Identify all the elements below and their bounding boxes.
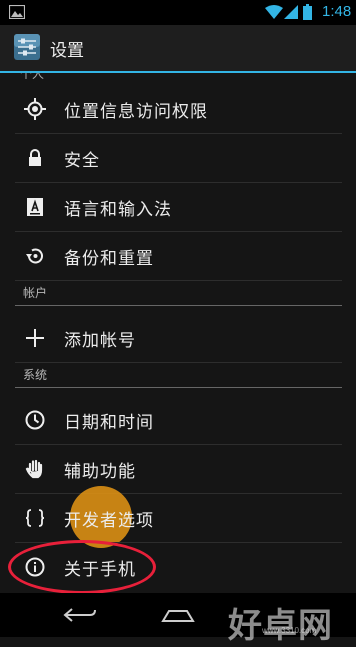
settings-item-security[interactable]: 安全 xyxy=(15,134,342,183)
settings-item-developer-options[interactable]: 开发者选项 xyxy=(15,494,342,543)
settings-icon[interactable] xyxy=(13,33,41,61)
signal-icon xyxy=(284,5,298,19)
status-bar: 1:48 xyxy=(0,0,356,25)
settings-item-label: 日期和时间 xyxy=(64,412,154,433)
page-title: 设置 xyxy=(50,41,84,61)
battery-icon xyxy=(303,4,312,20)
section-header-label: 系统 xyxy=(23,368,48,382)
settings-item-label: 位置信息访问权限 xyxy=(64,101,208,122)
annotation-ellipse xyxy=(8,540,156,594)
braces-icon xyxy=(24,507,46,529)
status-time: 1:48 xyxy=(322,3,352,20)
section-header-label: 帐户 xyxy=(23,286,48,300)
gallery-icon xyxy=(9,5,25,19)
settings-item-date-time[interactable]: 日期和时间 xyxy=(15,396,342,445)
section-header-personal: 个人 xyxy=(20,73,45,81)
settings-item-backup[interactable]: 备份和重置 xyxy=(15,232,342,281)
watermark-url: www.3310.com xyxy=(262,626,317,635)
settings-item-label: 添加帐号 xyxy=(64,330,136,351)
home-icon[interactable] xyxy=(160,605,196,625)
restore-icon xyxy=(24,245,46,267)
section-header-accounts: 帐户 xyxy=(15,281,342,306)
keyboard-icon xyxy=(24,196,46,218)
settings-item-label: 语言和输入法 xyxy=(64,199,172,220)
settings-item-accessibility[interactable]: 辅助功能 xyxy=(15,445,342,494)
settings-item-add-account[interactable]: 添加帐号 xyxy=(15,314,342,363)
back-icon[interactable] xyxy=(62,605,98,625)
settings-item-label: 辅助功能 xyxy=(64,461,136,482)
location-icon xyxy=(24,98,46,120)
lock-icon xyxy=(24,147,46,169)
watermark-logo: 好卓网 xyxy=(228,606,333,646)
settings-list[interactable]: 个人 位置信息访问权限 安全 语言和输入法 备份和重置 帐户 添加帐号 系统 日… xyxy=(0,73,356,593)
settings-item-location[interactable]: 位置信息访问权限 xyxy=(15,85,342,134)
plus-icon xyxy=(24,327,46,349)
hand-icon xyxy=(24,458,46,480)
section-header-system: 系统 xyxy=(15,363,342,388)
settings-item-label: 开发者选项 xyxy=(64,510,154,531)
wifi-icon xyxy=(265,5,283,19)
clock-icon xyxy=(24,409,46,431)
settings-item-label: 备份和重置 xyxy=(64,248,154,269)
action-bar: 设置 xyxy=(0,25,356,73)
settings-item-language[interactable]: 语言和输入法 xyxy=(15,183,342,232)
settings-item-label: 安全 xyxy=(64,150,100,171)
